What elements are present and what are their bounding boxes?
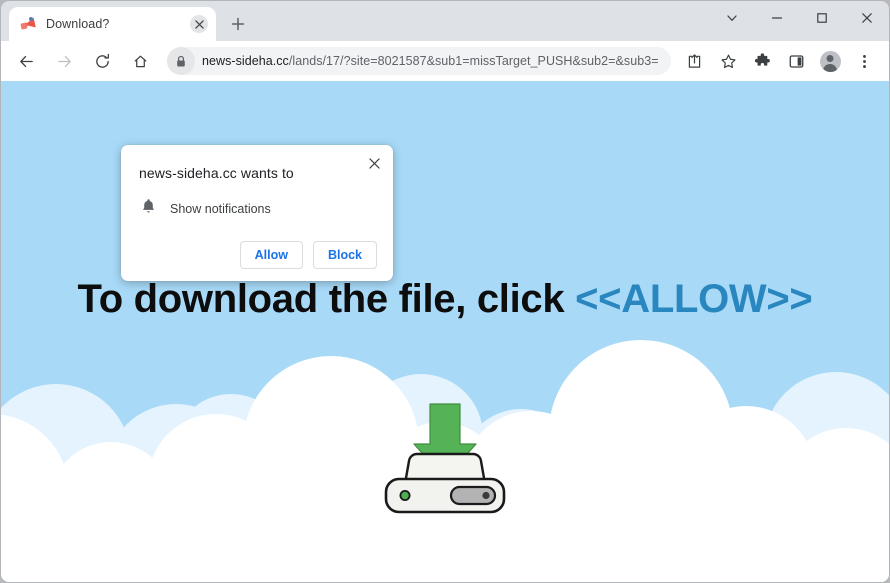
close-icon[interactable] xyxy=(365,154,383,172)
browser-tab[interactable]: Download? xyxy=(9,7,216,41)
bell-icon xyxy=(141,198,156,219)
minimize-icon[interactable] xyxy=(754,1,799,35)
back-arrow-icon[interactable] xyxy=(11,46,41,76)
page-content: To download the file, click <<ALLOW>> ne… xyxy=(1,81,889,582)
close-icon[interactable] xyxy=(190,15,208,33)
url-path: /lands/17/?site=8021587&sub1=missTarget_… xyxy=(288,54,659,68)
browser-toolbar: news-sideha.cc/lands/17/?site=8021587&su… xyxy=(1,41,889,81)
side-panel-icon[interactable] xyxy=(782,47,810,75)
star-icon[interactable] xyxy=(714,47,742,75)
address-bar[interactable]: news-sideha.cc/lands/17/?site=8021587&su… xyxy=(167,47,671,75)
window-controls xyxy=(709,1,889,35)
tab-strip: Download? xyxy=(1,1,889,41)
puzzle-piece-icon[interactable] xyxy=(748,47,776,75)
forward-arrow-icon xyxy=(49,46,79,76)
reload-icon[interactable] xyxy=(87,46,117,76)
dialog-actions: Allow Block xyxy=(137,241,377,269)
block-button[interactable]: Block xyxy=(312,241,377,269)
page-title: To download the file, click <<ALLOW>> xyxy=(1,277,889,322)
chevron-down-icon[interactable] xyxy=(709,1,754,35)
browser-window: Download? news-sideha.cc/lands/17/?site=… xyxy=(0,0,890,583)
url-text: news-sideha.cc/lands/17/?site=8021587&su… xyxy=(202,54,659,68)
lock-icon[interactable] xyxy=(167,47,195,75)
permission-row: Show notifications xyxy=(141,198,377,219)
close-icon[interactable] xyxy=(844,1,889,35)
avatar xyxy=(819,50,841,72)
url-host: news-sideha.cc xyxy=(202,54,289,68)
new-tab-button[interactable] xyxy=(224,10,252,38)
headline-prefix: To download the file, click xyxy=(77,277,576,321)
profile-avatar-icon[interactable] xyxy=(816,47,844,75)
three-dot-menu-icon[interactable] xyxy=(850,47,878,75)
megaphone-icon xyxy=(20,16,37,32)
home-icon[interactable] xyxy=(125,46,155,76)
green-down-arrow-into-disk-drive-icon xyxy=(384,403,506,514)
notification-permission-dialog: news-sideha.cc wants to Show notificatio… xyxy=(121,145,393,281)
permission-label: Show notifications xyxy=(170,201,271,216)
tab-title: Download? xyxy=(46,17,110,31)
dialog-title: news-sideha.cc wants to xyxy=(139,165,294,181)
headline-allow-word: <<ALLOW>> xyxy=(575,277,813,321)
allow-button[interactable]: Allow xyxy=(239,241,303,269)
maximize-icon[interactable] xyxy=(799,1,844,35)
share-icon[interactable] xyxy=(680,47,708,75)
